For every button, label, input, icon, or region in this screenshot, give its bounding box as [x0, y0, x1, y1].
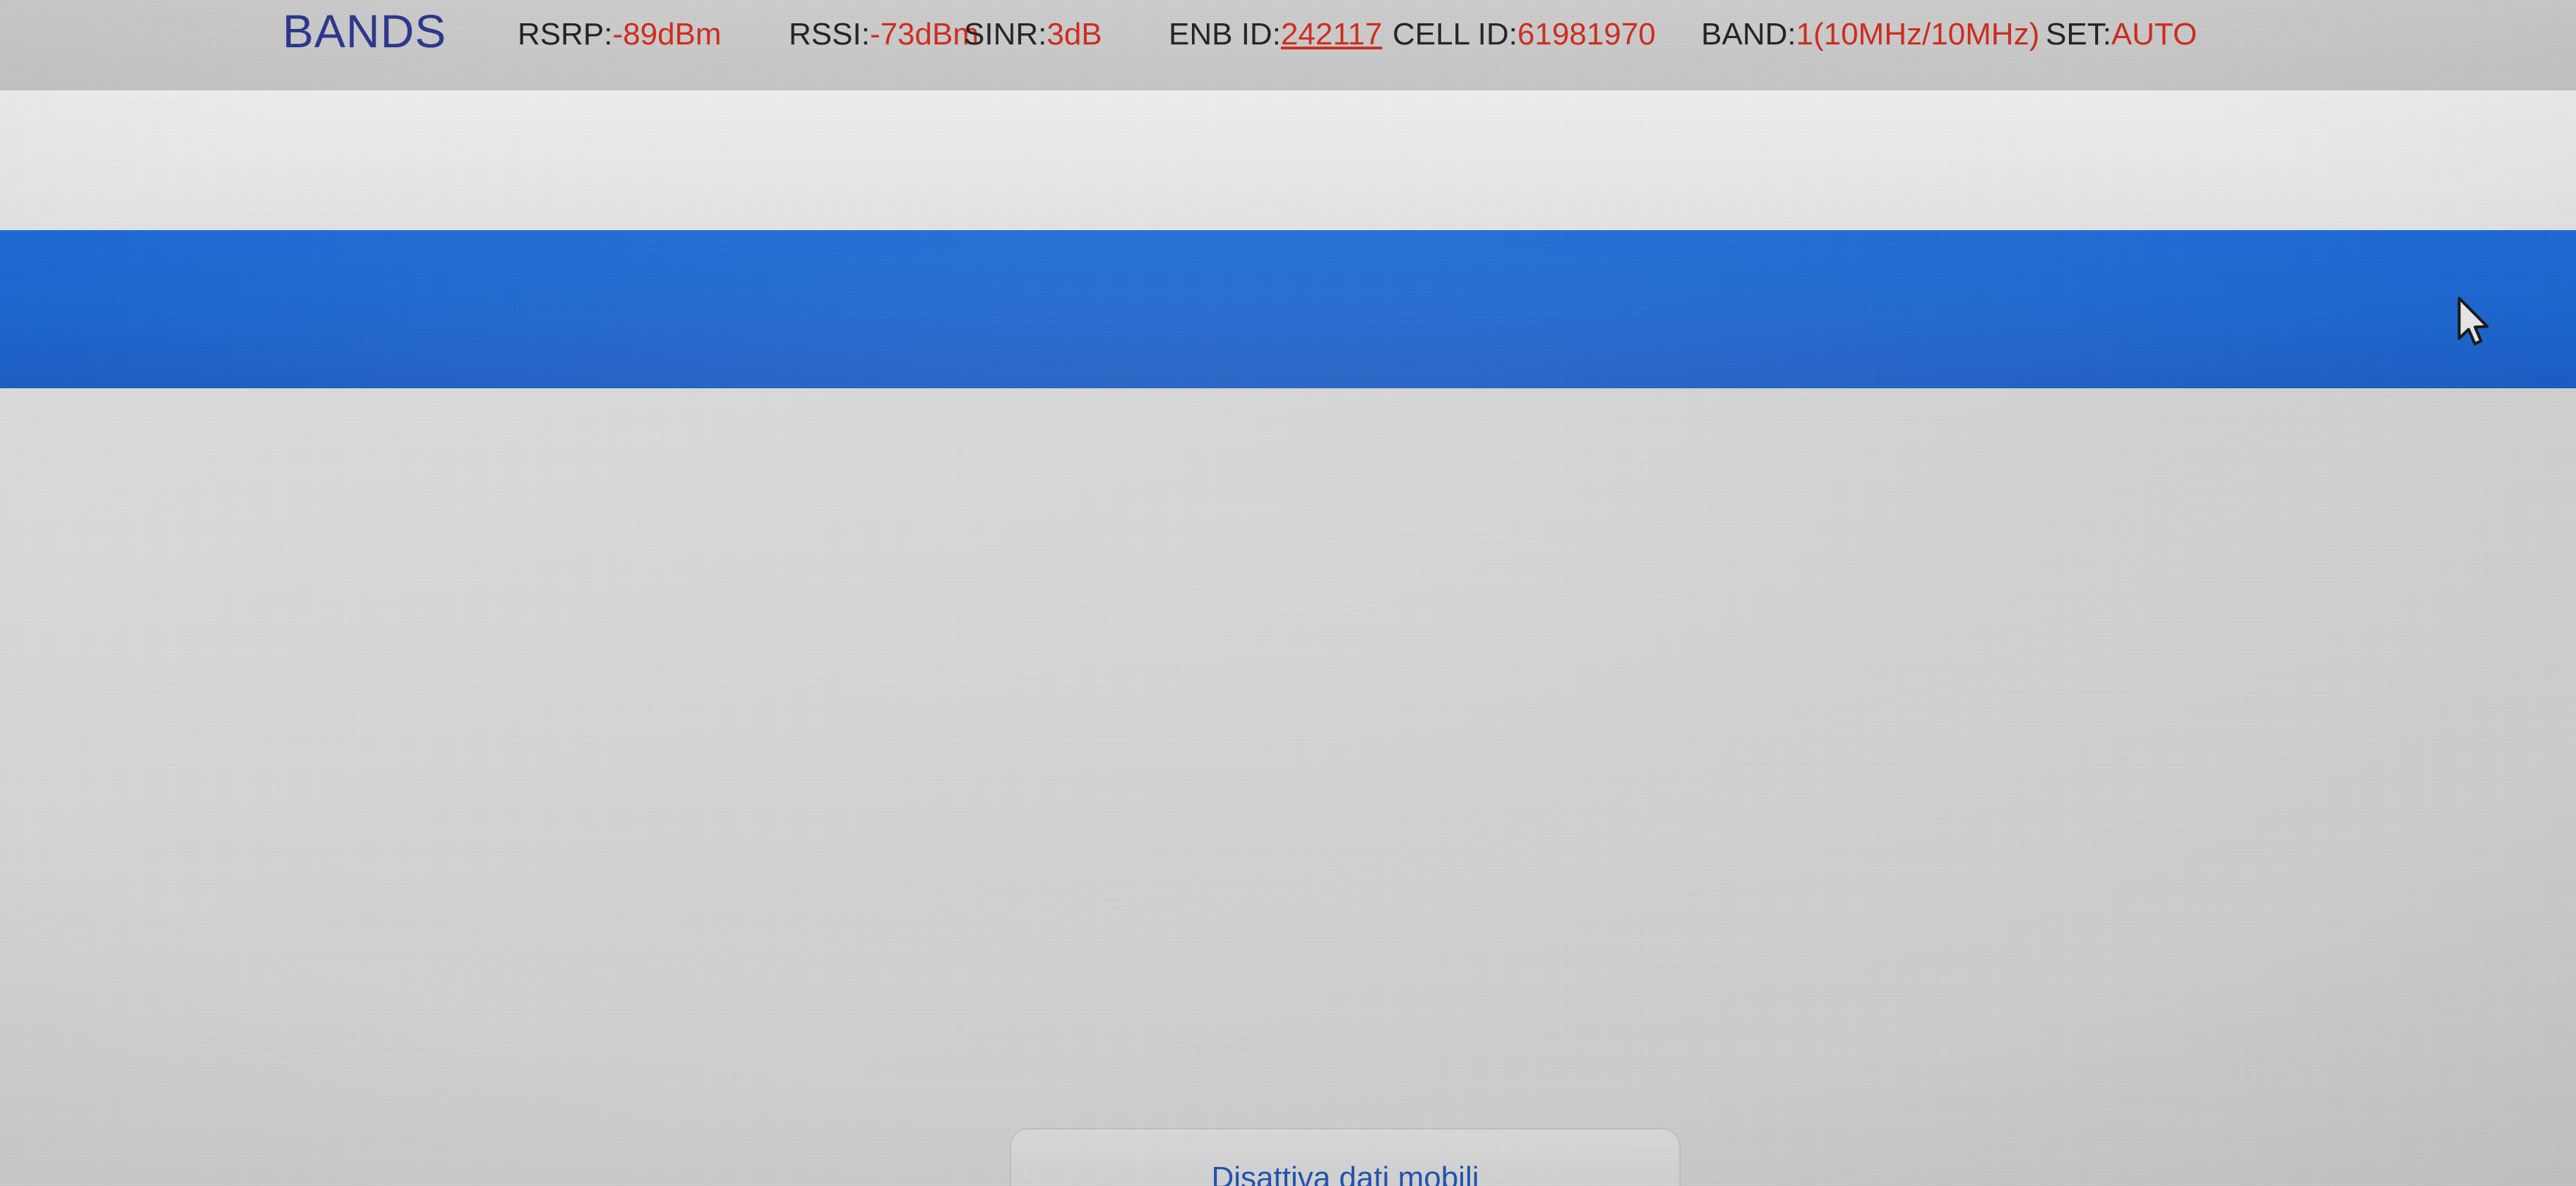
bottom-action-panel: Disattiva dati mobili — [1010, 1128, 1681, 1186]
stat-rsrp-label: RSRP: — [518, 17, 613, 52]
stat-enb-id-value: 242117 — [1280, 17, 1383, 52]
stat-sinr-value: 3dB — [1046, 17, 1102, 52]
stat-enb-id: ENB ID:242117 — [1169, 17, 1382, 52]
stat-sinr-label: SINR: — [964, 17, 1047, 52]
screen-surface: BANDS RSRP:-89dBm RSSI:-73dBm SINR:3dB E… — [0, 0, 2576, 1186]
stat-cell-id: CELL ID:61981970 — [1393, 17, 1656, 52]
stat-set: SET:AUTO — [2046, 17, 2197, 52]
stat-cell-id-label: CELL ID: — [1393, 17, 1517, 52]
stat-rssi-value: -73dBm — [869, 17, 979, 52]
stat-rsrp: RSRP:-89dBm — [518, 17, 722, 52]
stat-band-label: BAND: — [1701, 17, 1796, 52]
main-navigation-bar — [0, 230, 2576, 388]
page-header — [0, 90, 2576, 230]
stat-band-value: 1(10MHz/10MHz) — [1796, 17, 2040, 52]
stat-set-label: SET: — [2046, 17, 2111, 52]
stat-rsrp-value: -89dBm — [612, 17, 722, 52]
bands-status-bar: BANDS RSRP:-89dBm RSSI:-73dBm SINR:3dB E… — [0, 0, 2576, 90]
stat-enb-id-label: ENB ID: — [1169, 17, 1281, 52]
bands-title: BANDS — [282, 5, 447, 57]
stat-rssi-label: RSSI: — [789, 17, 870, 52]
stat-rssi: RSSI:-73dBm — [789, 17, 979, 52]
stat-set-value: AUTO — [2111, 17, 2198, 52]
stat-cell-id-value: 61981970 — [1517, 17, 1656, 52]
disable-mobile-data-button[interactable]: Disattiva dati mobili — [1211, 1161, 1479, 1186]
stat-band: BAND:1(10MHz/10MHz) — [1701, 17, 2039, 52]
stat-sinr: SINR:3dB — [964, 17, 1102, 52]
home-dashboard-content — [0, 388, 2576, 1186]
